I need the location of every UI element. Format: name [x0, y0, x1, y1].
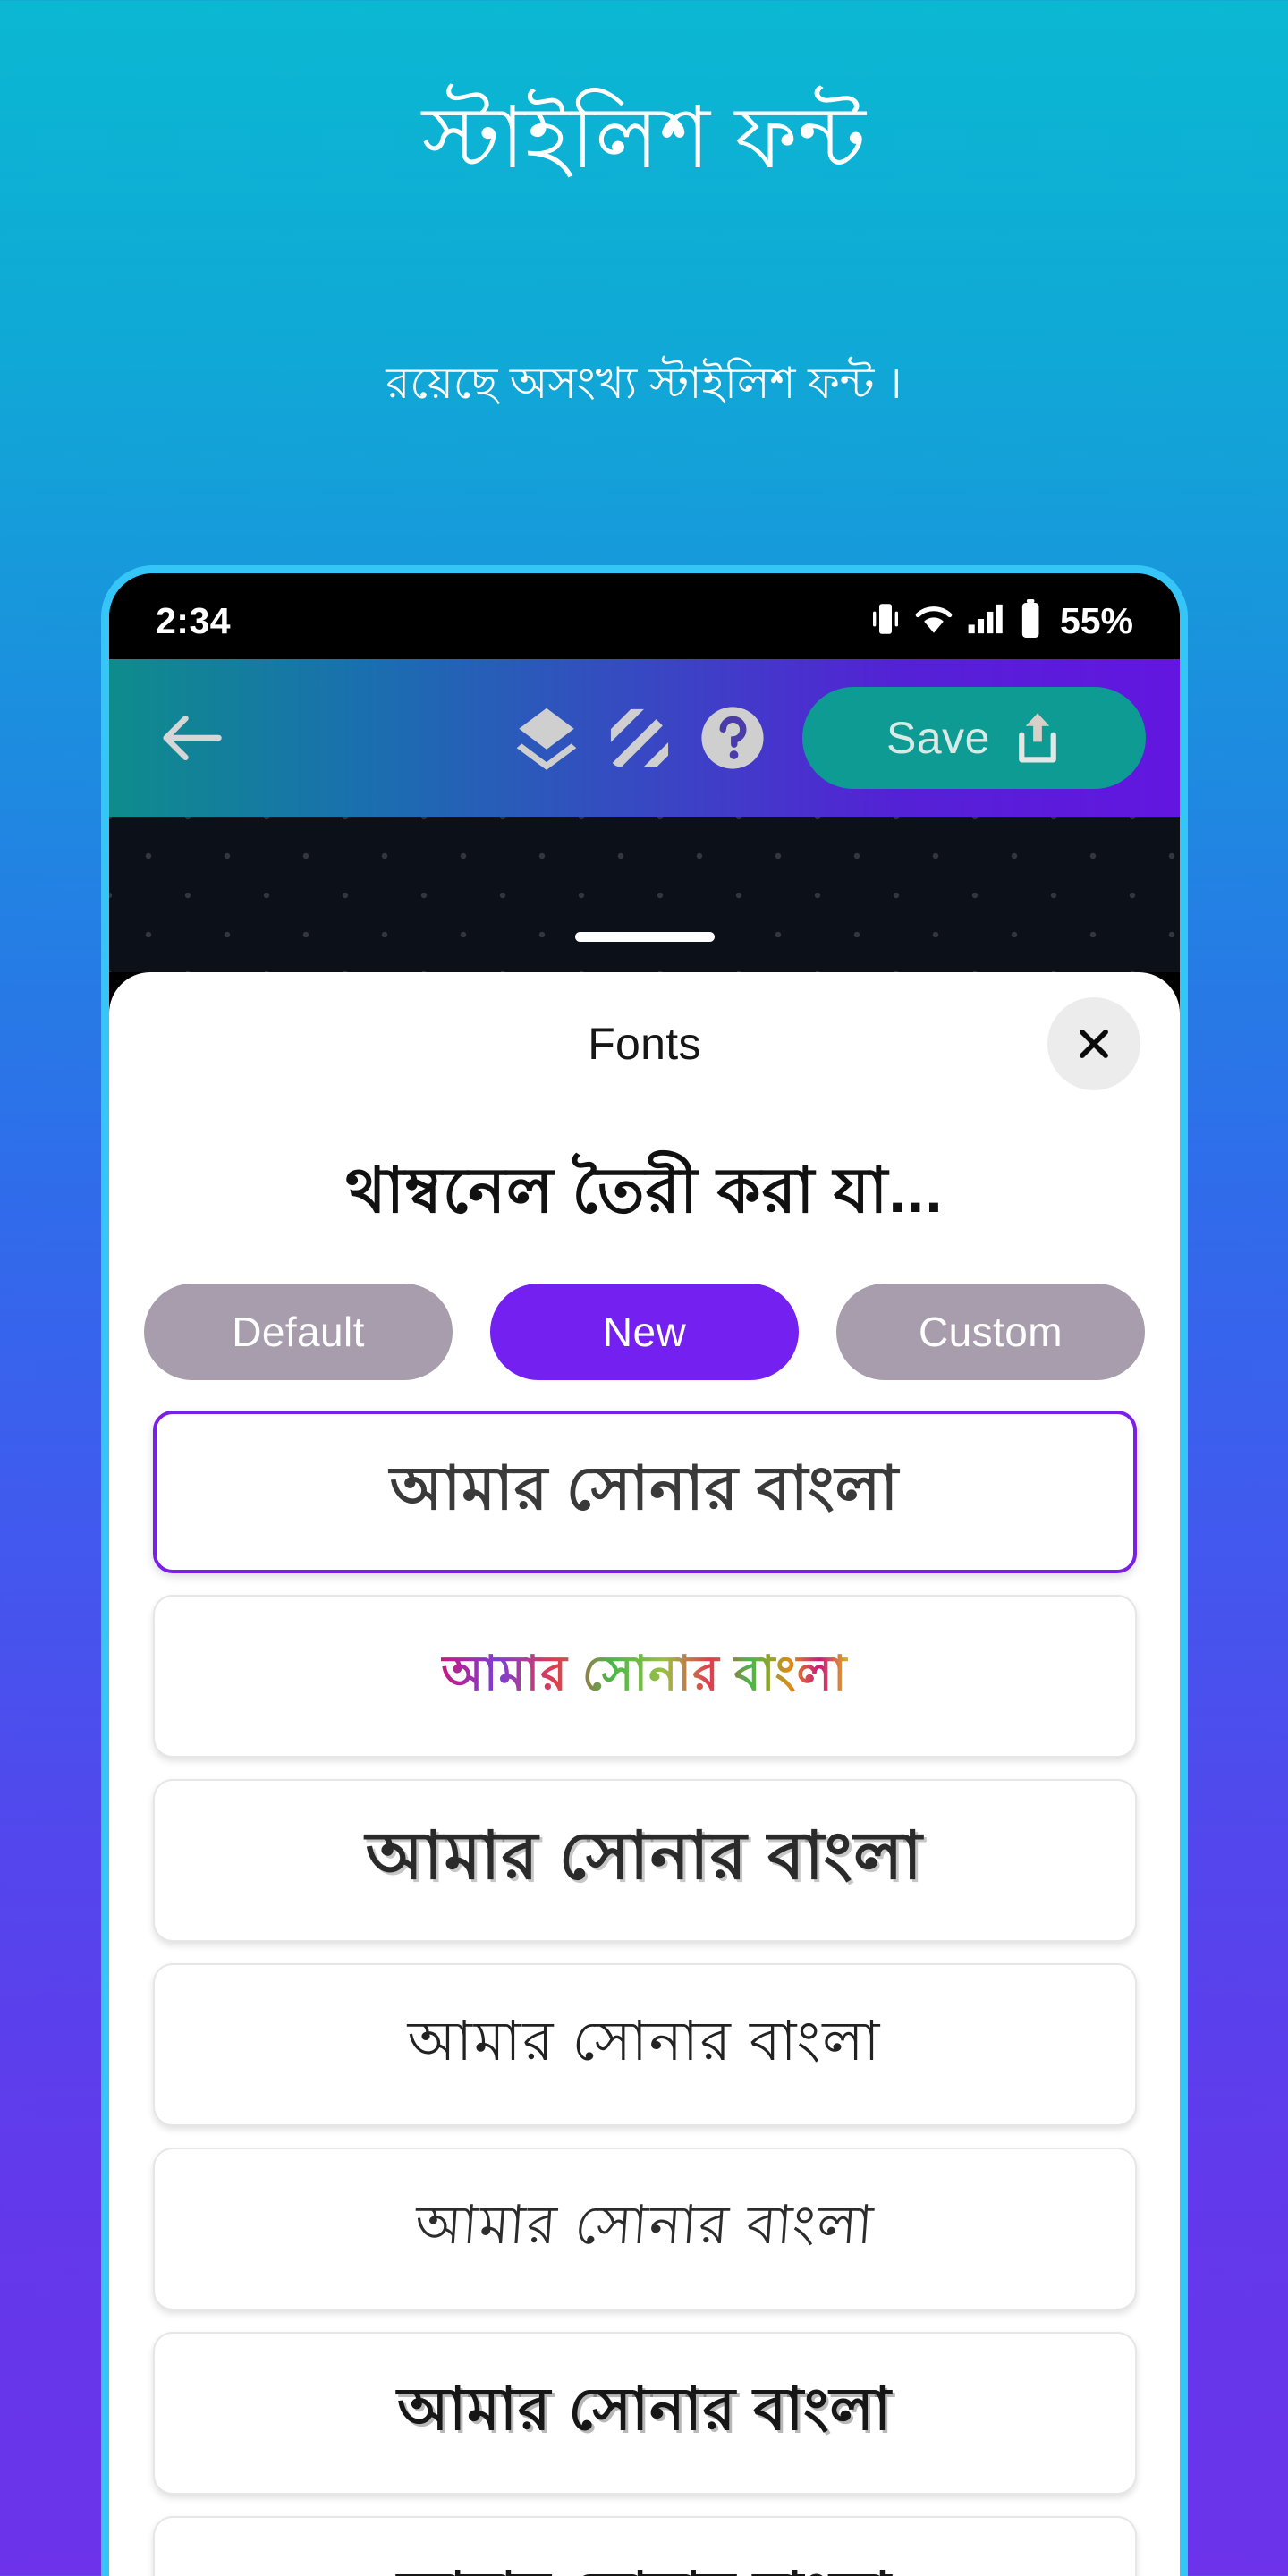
tab-custom[interactable]: Custom: [836, 1284, 1145, 1380]
battery-percent: 55%: [1059, 599, 1133, 641]
font-list-item[interactable]: আমার সোনার বাংলা: [152, 1595, 1137, 1758]
font-sample-text: আমার সোনার বাংলা: [412, 2195, 877, 2255]
font-sample-text: আমার সোনার বাংলা: [441, 1636, 847, 1716]
font-list-item[interactable]: আমার সোনার বাংলা: [152, 1779, 1137, 1942]
tab-new[interactable]: New: [490, 1284, 799, 1380]
layers-icon: [516, 708, 577, 770]
font-list-item[interactable]: আমার সোনার বাংলা: [152, 2332, 1137, 2495]
status-bar: 2:34 55%: [109, 573, 1180, 659]
sheet-header: Fonts: [109, 972, 1180, 1115]
share-upload-icon: [1019, 713, 1056, 763]
help-button[interactable]: [686, 691, 779, 784]
diagonal-stripes-icon: [610, 708, 669, 767]
font-preview-text: থাম্বনেল তৈরী করা যা...: [345, 1155, 944, 1225]
font-list-item[interactable]: আমার সোনার বাংলা: [152, 1963, 1137, 2126]
font-sample-text: আমার সোনার বাংলা: [365, 1818, 924, 1893]
font-list-item[interactable]: আমার সোনার বাংলা: [152, 2148, 1137, 2310]
tab-custom-label: Custom: [919, 1309, 1063, 1355]
page-subtitle: রয়েছে অসংখ্য স্টাইলিশ ফন্ট ।: [386, 360, 902, 408]
battery-icon: [1018, 598, 1043, 643]
layers-button[interactable]: [500, 691, 593, 784]
back-arrow-icon: [163, 715, 222, 761]
status-icons: 55%: [870, 598, 1133, 643]
back-button[interactable]: [148, 695, 234, 781]
help-circle-icon: [701, 707, 764, 769]
save-button[interactable]: Save: [802, 687, 1146, 789]
vibrate-icon: [870, 600, 901, 642]
editor-canvas[interactable]: [109, 817, 1180, 972]
tab-new-label: New: [602, 1309, 687, 1355]
font-sample-text: আমার সোনার বাংলা: [397, 2376, 892, 2442]
drag-handle[interactable]: [574, 932, 715, 942]
status-time: 2:34: [156, 599, 232, 641]
close-button[interactable]: [1047, 997, 1140, 1090]
font-sample-text: আমার সোনার বাংলা: [407, 2010, 882, 2072]
app-toolbar: Save: [109, 659, 1180, 817]
font-category-tabs: Default New Custom: [109, 1273, 1180, 1380]
font-list-item[interactable]: আমার সোনার বাংলা: [152, 2516, 1137, 2576]
pattern-button[interactable]: [593, 691, 686, 784]
phone-screen: 2:34 55% Save Fonts থাম্বনেল তৈরী করা যা…: [109, 573, 1180, 2576]
tab-default[interactable]: Default: [144, 1284, 453, 1380]
close-x-icon: [1080, 1030, 1108, 1058]
font-list-item[interactable]: আমার সোনার বাংলা: [152, 1411, 1137, 1573]
phone-mockup: 2:34 55% Save Fonts থাম্বনেল তৈরী করা যা…: [101, 565, 1188, 2576]
signal-icon: [967, 601, 1004, 641]
fonts-bottom-sheet: Fonts থাম্বনেল তৈরী করা যা... Default Ne…: [109, 972, 1180, 2576]
font-list[interactable]: আমার সোনার বাংলা আমার সোনার বাংলা আমার স…: [109, 1380, 1180, 2576]
wifi-icon: [914, 601, 953, 641]
font-sample-text: আমার সোনার বাংলা: [397, 2548, 892, 2576]
font-sample-text: আমার সোনার বাংলা: [389, 1454, 900, 1522]
save-button-label: Save: [886, 713, 990, 763]
page-title: স্টাইলিশ ফন্ট: [421, 90, 867, 186]
sheet-title: Fonts: [588, 1019, 701, 1069]
tab-default-label: Default: [232, 1309, 365, 1355]
